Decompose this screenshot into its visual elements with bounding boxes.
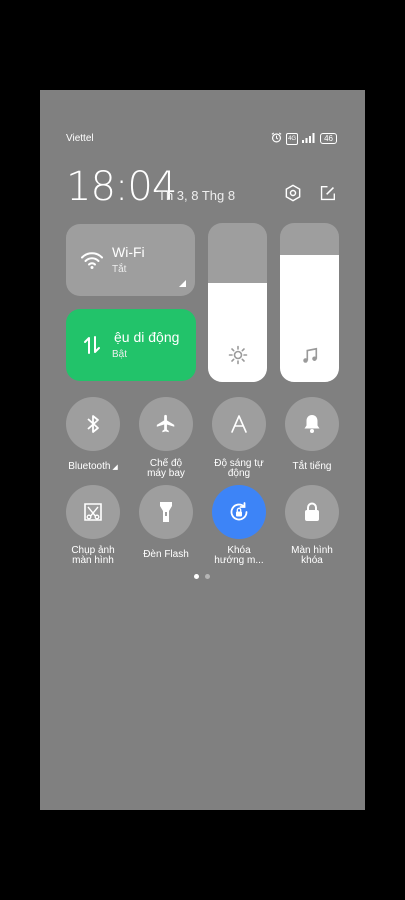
gear-icon[interactable] <box>283 183 303 203</box>
signal-type-badge: 4G <box>286 132 299 145</box>
airplane-mode-label-line2: máy bay <box>147 468 185 479</box>
flashlight-label: Đèn Flash <box>143 549 189 560</box>
lock-screen-toggle[interactable] <box>285 485 339 539</box>
wifi-status: Tắt <box>112 264 127 275</box>
data-transfer-icon <box>84 336 100 354</box>
screenshot-label-line2: màn hình <box>72 555 114 566</box>
alarm-icon <box>271 132 282 145</box>
auto-brightness-icon <box>231 415 247 433</box>
bluetooth-label: Bluetooth ◢ <box>68 461 118 472</box>
date: Th 3, 8 Thg 8 <box>158 188 236 203</box>
control-center: Viettel 4G 46 18:04 Th 3, 8 Thg 8 Wi-Fi … <box>40 90 365 810</box>
screenshot-label: Chụp ảnh màn hình <box>53 546 133 566</box>
silent-toggle[interactable] <box>285 397 339 451</box>
rotation-lock-label-line2: hướng m... <box>214 555 264 566</box>
bluetooth-icon <box>87 415 99 433</box>
rotation-lock-icon <box>230 502 248 521</box>
mobile-data-title: ệu di động <box>114 329 180 345</box>
page-dot[interactable] <box>205 574 210 579</box>
silent-label: Tắt tiếng <box>292 461 332 472</box>
bell-icon <box>304 415 320 433</box>
lock-icon <box>305 502 319 521</box>
volume-slider[interactable] <box>280 223 339 382</box>
music-note-icon <box>280 347 339 370</box>
page-dot-active[interactable] <box>194 574 199 579</box>
lock-screen-label-line2: khóa <box>301 555 323 566</box>
wifi-title: Wi-Fi <box>112 244 145 260</box>
clock: 18:04 <box>66 164 177 210</box>
auto-brightness-toggle[interactable] <box>212 397 266 451</box>
flashlight-icon <box>160 502 172 522</box>
wifi-icon <box>81 252 103 269</box>
lock-screen-label: Màn hình khóa <box>272 546 352 566</box>
status-icons: 4G 46 <box>271 132 337 145</box>
rotation-lock-toggle[interactable] <box>212 485 266 539</box>
auto-brightness-label-line2: động <box>227 468 251 479</box>
auto-brightness-label: Độ sáng tự động <box>199 459 279 479</box>
mobile-data-status: Bật <box>112 349 128 360</box>
screenshot-toggle[interactable] <box>66 485 120 539</box>
edit-icon[interactable] <box>317 183 337 203</box>
airplane-mode-label: Chế độ máy bay <box>126 459 206 479</box>
flashlight-toggle[interactable] <box>139 485 193 539</box>
brightness-slider[interactable] <box>208 223 267 382</box>
bluetooth-toggle[interactable] <box>66 397 120 451</box>
battery-indicator: 46 <box>320 133 337 144</box>
screenshot-icon <box>84 503 102 521</box>
carrier-name: Viettel <box>66 133 94 144</box>
signal-bars-icon <box>302 132 316 145</box>
airplane-icon <box>156 414 175 433</box>
sun-icon <box>208 345 267 370</box>
rotation-lock-label: Khóa hướng m... <box>199 546 279 566</box>
expand-corner-icon[interactable] <box>179 280 186 287</box>
wifi-tile[interactable]: Wi-Fi Tắt <box>66 224 195 296</box>
airplane-mode-toggle[interactable] <box>139 397 193 451</box>
mobile-data-tile[interactable]: ệu di động Bật <box>66 309 196 381</box>
